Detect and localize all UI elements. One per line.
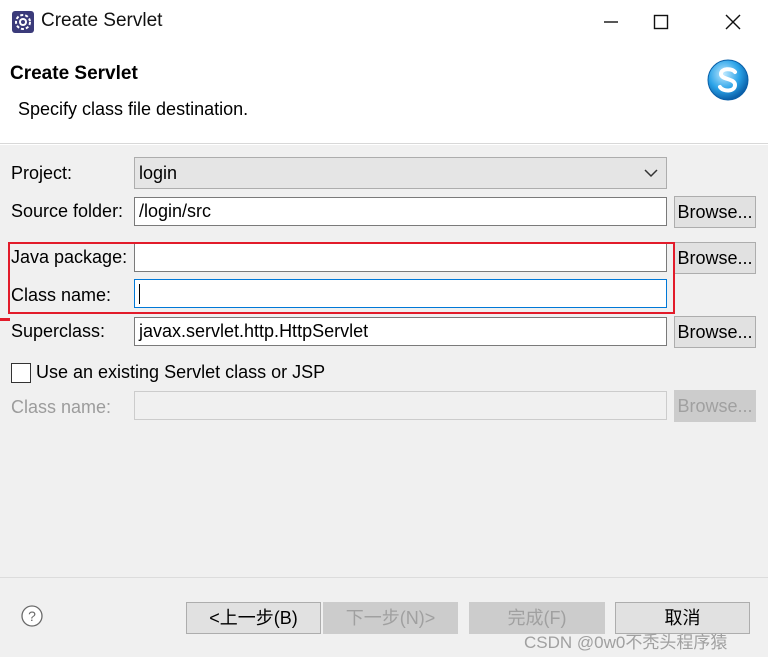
csdn-watermark: CSDN @0w0不秃头程序猿 — [524, 633, 728, 652]
svg-text:?: ? — [28, 608, 36, 624]
servlet-s-logo-icon — [707, 59, 749, 101]
source-folder-browse-button[interactable]: Browse... — [674, 196, 756, 228]
project-label: Project: — [11, 163, 73, 183]
close-icon — [725, 14, 741, 30]
chevron-down-icon — [644, 169, 658, 178]
help-question-icon[interactable]: ? — [21, 605, 43, 627]
use-existing-label[interactable]: Use an existing Servlet class or JSP — [36, 362, 325, 383]
annotation-mark — [0, 318, 10, 321]
java-package-input[interactable] — [134, 243, 667, 272]
java-package-browse-button[interactable]: Browse... — [674, 242, 756, 274]
back-button[interactable]: <上一步(B) — [186, 602, 321, 634]
wizard-description: Specify class file destination. — [18, 99, 249, 119]
class-name-input[interactable] — [134, 279, 667, 308]
close-button[interactable] — [716, 8, 750, 36]
minimize-button[interactable] — [594, 8, 628, 36]
class-name-label: Class name: — [11, 285, 112, 305]
use-existing-checkbox[interactable] — [11, 363, 31, 383]
maximize-icon — [653, 14, 669, 30]
superclass-input[interactable]: javax.servlet.http.HttpServlet — [134, 317, 667, 346]
source-folder-label: Source folder: — [11, 201, 124, 221]
minimize-icon — [604, 21, 618, 23]
maximize-button[interactable] — [644, 8, 678, 36]
superclass-label: Superclass: — [11, 321, 106, 341]
project-value: login — [139, 163, 178, 183]
project-combo[interactable]: login — [134, 157, 667, 189]
existing-class-name-label: Class name: — [11, 397, 112, 417]
next-button: 下一步(N)> — [323, 602, 458, 634]
existing-class-name-input — [134, 391, 667, 420]
text-caret — [139, 284, 140, 304]
eclipse-gear-icon — [12, 11, 34, 33]
source-folder-input[interactable]: /login/src — [134, 197, 667, 226]
superclass-browse-button[interactable]: Browse... — [674, 316, 756, 348]
wizard-header: Create Servlet Specify class file destin… — [0, 44, 768, 144]
existing-class-browse-button: Browse... — [674, 390, 756, 422]
window-titlebar: Create Servlet — [0, 0, 768, 44]
wizard-title: Create Servlet — [10, 63, 138, 84]
java-package-label: Java package: — [11, 247, 128, 267]
window-title: Create Servlet — [41, 10, 163, 31]
